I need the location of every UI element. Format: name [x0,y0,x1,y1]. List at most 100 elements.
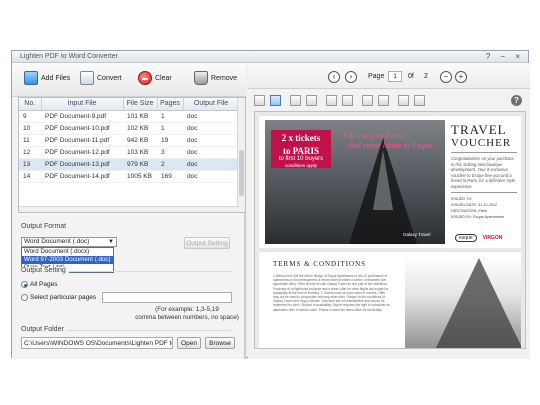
cell-size: 942 KB [123,134,157,147]
cell-output: doc [183,110,239,123]
main-toolbar: Add Files Convert Clear Remove [12,63,246,97]
output-format-select[interactable]: Word Document (.doc) ▼ [21,237,117,247]
cell-size: 103 KB [123,146,157,159]
tickets-line4: conditions apply [284,163,318,168]
remove-button[interactable]: Remove [194,71,237,85]
add-files-button[interactable]: Add Files [24,71,70,85]
cell-pages: 169 [157,170,183,183]
browse-button[interactable]: Browse [205,337,235,349]
of-label: 0f [408,73,414,80]
cell-file: PDF Document-9.pdf [41,110,123,123]
continuous-view-icon[interactable] [342,95,353,106]
output-format-value: Word Document (.doc) [24,238,90,245]
pages-input[interactable] [102,292,232,303]
page-layout-icon[interactable] [326,95,337,106]
voucher-text: Congratulations on your purchase in this… [451,156,516,189]
col-file-size[interactable]: File Size [123,98,158,111]
promo-headline: Fly away to Paris And come home to Esque [343,130,433,150]
cell-pages: 19 [157,134,183,147]
page-label: Page [368,73,385,80]
prev-page-icon[interactable]: ‹ [328,71,340,83]
cell-size: 101 KB [123,110,157,123]
table-horizontal-scrollbar[interactable] [19,206,239,212]
next-page-icon[interactable]: › [345,71,357,83]
divider [451,192,517,193]
fit-width-icon[interactable] [306,95,317,106]
all-pages-label: All Pages [30,281,58,288]
cell-no: 11 [19,134,41,147]
cell-size: 102 KB [123,122,157,135]
all-pages-radio[interactable]: All Pages [21,281,57,288]
trash-icon [194,71,208,85]
scroll-thumb[interactable] [239,150,244,196]
table-row[interactable]: 12 PDF Document-12.pdf 103 KB 3 doc [19,146,239,159]
clear-label: Clear [155,74,172,82]
voucher-block: TRAVEL VOUCHER Congratulations on your p… [451,122,517,220]
tickets-line2: to PARIS [282,146,320,156]
output-folder-path[interactable]: C:\Users\WINDOWS OS\Documents\Lighten PD… [21,337,173,349]
help-icon[interactable]: ? [511,95,522,106]
cell-no: 9 [19,110,41,123]
tickets-box: 2 x tickets to PARIS to first 10 buyers … [271,130,331,168]
cell-file: PDF Document-10.pdf [41,122,123,135]
table-row[interactable]: 9 PDF Document-9.pdf 101 KB 1 doc [19,110,239,123]
col-no[interactable]: No. [19,98,42,111]
chevron-down-icon[interactable]: ▼ [108,238,114,246]
clear-button[interactable]: Clear [138,71,172,85]
col-pages[interactable]: Pages [157,98,184,111]
cell-size: 979 KB [123,158,157,171]
app-window: Lighten PDF to Word Converter ? − × Add … [11,50,530,359]
zoom-out-icon[interactable]: − [440,71,452,83]
output-setting-label: Output Setting [21,267,69,274]
col-input-file[interactable]: Input File [41,98,124,111]
open-button[interactable]: Open [177,337,201,349]
image-view-icon[interactable] [290,95,301,106]
particular-pages-radio[interactable]: Select particular pages [21,294,96,301]
format-option[interactable]: Word Document (.docx) [22,248,113,256]
table-row-selected[interactable]: 13 PDF Document-13.pdf 979 KB 2 doc [19,158,239,171]
window-title: Lighten PDF to Word Converter [20,53,118,60]
remove-label: Remove [211,74,238,82]
page-number-input[interactable]: 1 [388,71,402,82]
two-page-icon[interactable] [362,95,373,106]
grid-view-icon[interactable] [270,95,281,106]
cell-pages: 2 [157,158,183,171]
output-setting-button[interactable]: Output Setting [184,237,230,249]
zoom-in-icon[interactable]: + [455,71,467,83]
pages-hint: (For example: 1,3-5,19 comma between num… [135,306,239,321]
cell-file: PDF Document-14.pdf [41,170,123,183]
print-icon[interactable] [414,95,425,106]
radio-dot[interactable] [21,281,28,288]
cell-output: doc [183,170,239,183]
rotate-icon[interactable] [398,95,409,106]
cell-output: doc [183,158,239,171]
cell-file: PDF Document-12.pdf [41,146,123,159]
single-view-icon[interactable] [254,95,265,106]
format-option-highlighted[interactable]: Word 97-2003 Document (.doc) [22,256,113,264]
table-vertical-scrollbar[interactable] [237,98,245,212]
sponsor-logos: esque VIRGON [455,234,502,242]
field-value: Esque Apartments [473,215,505,219]
cell-no: 13 [19,158,41,171]
table-header-row: No. Input File File Size Pages Output Fi… [19,98,240,111]
add-files-label: Add Files [41,74,71,82]
document-preview[interactable]: 2 x tickets to PARIS to first 10 buyers … [254,111,526,349]
window-controls[interactable]: ? − × [486,52,524,61]
col-output-file[interactable]: Output File [183,98,240,111]
clear-icon [138,71,152,85]
convert-button[interactable]: Convert [80,71,122,85]
terms-body: 1 Without this Gift the clever design of… [273,274,390,312]
output-format-label: Output Format [21,223,67,230]
cell-output: doc [183,146,239,159]
table-row[interactable]: 14 PDF Document-14.pdf 1005 KB 169 doc [19,170,239,183]
field-value: 31.10.2012 [478,203,498,207]
facing-page-icon[interactable] [378,95,389,106]
cell-pages: 1 [157,110,183,123]
file-table[interactable]: No. Input File File Size Pages Output Fi… [18,97,246,213]
convert-icon [80,71,94,85]
table-row[interactable]: 10 PDF Document-10.pdf 102 KB 1 doc [19,122,239,135]
table-row[interactable]: 11 PDF Document-11.pdf 942 KB 19 doc [19,134,239,147]
divider [451,152,517,153]
total-pages: 2 [424,73,428,80]
radio-dot[interactable] [21,294,28,301]
